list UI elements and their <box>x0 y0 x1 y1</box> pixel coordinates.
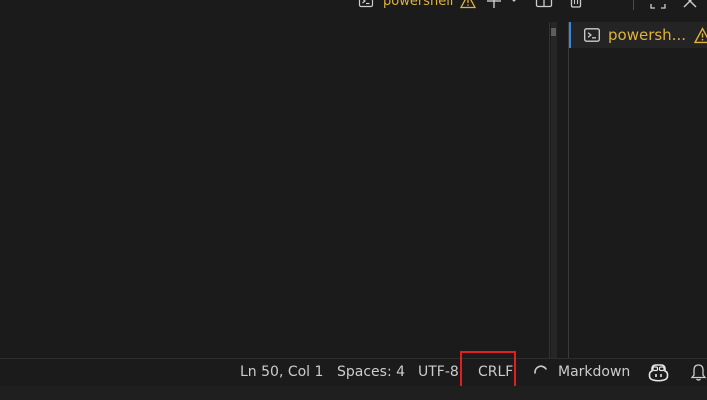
warning-icon <box>694 26 707 43</box>
language-mode-item[interactable]: Markdown <box>532 359 630 386</box>
terminal-scrollbar[interactable] <box>551 22 557 358</box>
encoding-item[interactable]: UTF-8 <box>418 359 459 386</box>
vscode-window: powershell powersh... Ln 50, Col 1 Space… <box>0 0 707 400</box>
terminal-list-label: powersh... <box>608 26 686 44</box>
eol-item[interactable]: CRLF <box>478 359 513 386</box>
trash-icon[interactable] <box>567 0 585 10</box>
terminal-list-divider[interactable] <box>568 22 569 358</box>
cursor-position-item[interactable]: Ln 50, Col 1 <box>240 359 323 386</box>
toolbar-separator <box>633 0 634 10</box>
terminal-list-item-powershell[interactable]: powersh... <box>569 22 707 48</box>
close-icon[interactable] <box>681 0 699 10</box>
warning-icon <box>460 0 477 9</box>
terminal-icon <box>584 28 600 42</box>
active-terminal-title[interactable]: powershell <box>358 0 477 10</box>
chevron-down-icon[interactable] <box>507 0 521 10</box>
split-icon[interactable] <box>535 0 553 10</box>
bell-icon[interactable] <box>690 363 707 382</box>
scrollbar-thumb[interactable] <box>551 28 556 36</box>
status-bar: Ln 50, Col 1 Spaces: 4 UTF-8 CRLF Markdo… <box>0 359 707 386</box>
sash-divider[interactable] <box>549 22 550 358</box>
language-mode-label: Markdown <box>558 364 631 380</box>
maximize-icon[interactable] <box>649 0 667 10</box>
terminal-output-area[interactable] <box>0 14 549 358</box>
window-bottom-edge <box>0 386 707 400</box>
more-icon[interactable] <box>600 0 618 10</box>
terminal-title-label: powershell <box>383 0 454 9</box>
copilot-icon[interactable] <box>648 363 669 382</box>
panel-toolbar: powershell <box>0 0 707 14</box>
plus-icon[interactable] <box>485 0 503 10</box>
loading-spinner-icon <box>534 364 547 374</box>
indentation-item[interactable]: Spaces: 4 <box>337 359 405 386</box>
terminal-icon <box>358 0 374 8</box>
